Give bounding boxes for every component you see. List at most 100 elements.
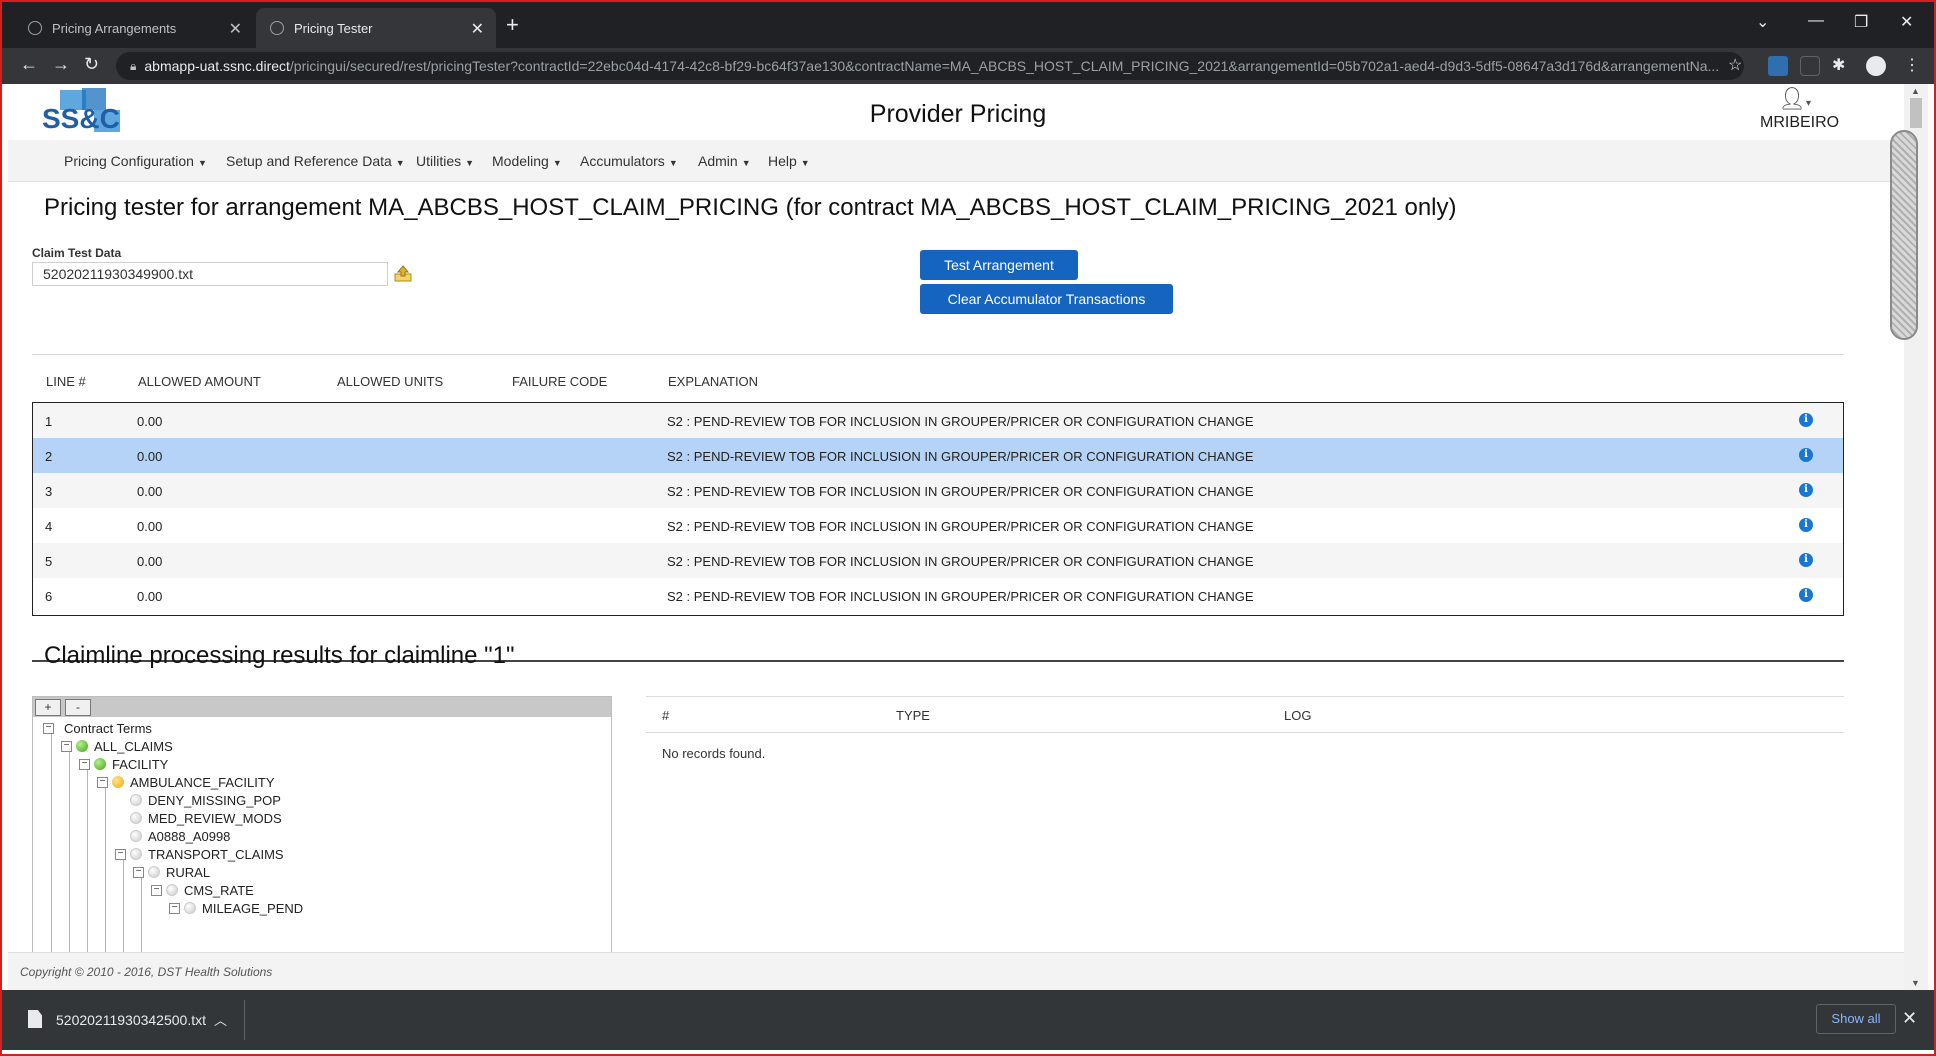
bookmark-star-icon[interactable]: ☆ [1728,55,1742,75]
contract-terms-tree: + - − Contract Terms − ALL_CLAIMS − FACI… [32,696,612,952]
back-icon[interactable]: ← [20,54,38,75]
tree-node-a0888-a0998[interactable]: A0888_A0998 [130,827,230,845]
collapse-node-icon[interactable]: − [97,776,108,788]
status-grey-icon [130,812,142,824]
tree-node-all-claims[interactable]: − ALL_CLAIMS [61,737,173,755]
tree-node-mileage-pend[interactable]: − MILEAGE_PEND [169,899,303,917]
restore-icon[interactable]: ❐ [1854,12,1868,32]
tree-connector [69,745,70,952]
side-panel-handle[interactable] [1890,130,1918,340]
tree-node-label: MILEAGE_PEND [202,900,304,916]
menu-admin[interactable]: Admin ▼ [698,153,751,169]
profile-avatar[interactable] [1866,56,1886,76]
column-header-log[interactable]: LOG [1284,708,1311,723]
browser-tab-pricing-arrangements[interactable]: Pricing Arrangements ✕ [14,8,254,48]
minimize-icon[interactable]: — [1808,12,1824,30]
column-header-allowed-units[interactable]: ALLOWED UNITS [337,374,443,389]
status-green-icon [94,758,106,770]
collapse-node-icon[interactable]: − [43,722,54,734]
info-icon[interactable]: i [1799,553,1813,567]
puzzle-icon[interactable]: ✱ [1832,55,1845,75]
tree-node-ambulance-facility[interactable]: − AMBULANCE_FACILITY [97,773,275,791]
tree-node-deny-missing-pop[interactable]: DENY_MISSING_POP [130,791,281,809]
show-all-button[interactable]: Show all [1816,1004,1896,1034]
table-row[interactable]: 1 0.00 S2 : PEND-REVIEW TOB FOR INCLUSIO… [33,403,1843,438]
url-path: /pricingui/secured/rest/pricingTester?co… [289,58,1720,74]
tree-node-transport-claims[interactable]: − TRANSPORT_CLAIMS [115,845,284,863]
collapse-node-icon[interactable]: − [151,884,162,896]
tree-node-med-review-mods[interactable]: MED_REVIEW_MODS [130,809,282,827]
page-footer: Copyright © 2010 - 2016, DST Health Solu… [8,952,1904,990]
column-header-line[interactable]: LINE # [46,374,86,389]
expand-all-button[interactable]: + [35,699,61,716]
upload-icon[interactable] [394,264,412,282]
collapse-node-icon[interactable]: − [61,740,72,752]
copyright-text: Copyright © 2010 - 2016, DST Health Solu… [20,965,273,979]
browser-tab-strip: Pricing Arrangements ✕ Pricing Tester ✕ … [0,0,1936,48]
tree-node-cms-rate[interactable]: − CMS_RATE [151,881,254,899]
clear-accumulator-transactions-button[interactable]: Clear Accumulator Transactions [920,284,1173,314]
lock-icon[interactable]: 🔒︎ [130,59,136,74]
cell-allowed-amount: 0.00 [137,519,163,534]
table-row[interactable]: 6 0.00 S2 : PEND-REVIEW TOB FOR INCLUSIO… [33,578,1843,613]
collapse-node-icon[interactable]: − [115,848,126,860]
cell-allowed-amount: 0.00 [137,554,163,569]
close-tab-icon[interactable]: ✕ [471,19,484,39]
address-bar[interactable]: 🔒︎ abmapp-uat.ssnc.direct /pricingui/sec… [116,52,1744,80]
download-file-name[interactable]: 52020211930342500.txt [56,1012,206,1028]
collapse-all-button[interactable]: - [65,699,91,716]
app-title: Provider Pricing [869,100,1047,128]
status-green-icon [76,740,88,752]
kebab-menu-icon[interactable]: ⋮ [1904,55,1920,75]
info-icon[interactable]: i [1799,518,1813,532]
column-header-type[interactable]: TYPE [896,708,930,723]
column-header-explanation[interactable]: EXPLANATION [668,374,758,389]
reload-icon[interactable]: ↻ [84,54,99,75]
tree-node-contract-terms[interactable]: − Contract Terms [43,719,152,737]
user-icon[interactable]: 👤︎▾ [1778,86,1811,112]
scrollbar-thumb[interactable] [1910,98,1922,128]
tab-search-icon[interactable]: ⌄ [1756,12,1769,32]
divider [646,696,1844,697]
table-row[interactable]: 3 0.00 S2 : PEND-REVIEW TOB FOR INCLUSIO… [33,473,1843,508]
scroll-down-icon[interactable]: ▼ [1911,978,1920,988]
tree-node-label: A0888_A0998 [148,828,231,844]
extension-icon[interactable] [1768,56,1788,76]
new-tab-button[interactable]: + [506,12,519,38]
menu-utilities[interactable]: Utilities ▼ [416,153,474,169]
column-header-allowed-amount[interactable]: ALLOWED AMOUNT [138,374,261,389]
column-header-number[interactable]: # [662,708,669,723]
close-tab-icon[interactable]: ✕ [229,19,242,39]
table-row-selected[interactable]: 2 0.00 S2 : PEND-REVIEW TOB FOR INCLUSIO… [33,438,1843,473]
extension-icon[interactable] [1800,56,1820,76]
globe-icon [28,21,42,35]
info-icon[interactable]: i [1799,448,1813,462]
test-arrangement-button[interactable]: Test Arrangement [920,250,1078,280]
menu-accumulators[interactable]: Accumulators ▼ [580,153,678,169]
forward-icon[interactable]: → [52,54,70,75]
table-row[interactable]: 5 0.00 S2 : PEND-REVIEW TOB FOR INCLUSIO… [33,543,1843,578]
menu-setup-reference-data[interactable]: Setup and Reference Data ▼ [226,153,405,169]
claim-test-data-input[interactable] [32,262,388,286]
menu-help[interactable]: Help ▼ [768,153,810,169]
close-window-icon[interactable]: ✕ [1900,12,1913,32]
chevron-up-icon[interactable]: ︿ [214,1010,227,1029]
close-icon[interactable]: ✕ [1902,1008,1917,1029]
column-header-failure-code[interactable]: FAILURE CODE [512,374,607,389]
menu-modeling[interactable]: Modeling ▼ [492,153,562,169]
info-icon[interactable]: i [1799,483,1813,497]
browser-tab-pricing-tester[interactable]: Pricing Tester ✕ [256,8,496,48]
collapse-node-icon[interactable]: − [133,866,144,878]
menu-pricing-configuration[interactable]: Pricing Configuration ▼ [64,153,207,169]
collapse-node-icon[interactable]: − [169,902,180,914]
scroll-up-icon[interactable]: ▲ [1911,86,1920,96]
info-icon[interactable]: i [1799,413,1813,427]
page-title: Pricing tester for arrangement MA_ABCBS_… [44,194,1457,221]
tree-node-facility[interactable]: − FACILITY [79,755,168,773]
tree-connector [105,781,106,952]
table-row[interactable]: 4 0.00 S2 : PEND-REVIEW TOB FOR INCLUSIO… [33,508,1843,543]
tree-node-rural[interactable]: − RURAL [133,863,210,881]
collapse-node-icon[interactable]: − [79,758,90,770]
info-icon[interactable]: i [1799,588,1813,602]
user-name: MRIBEIRO [1760,114,1840,131]
